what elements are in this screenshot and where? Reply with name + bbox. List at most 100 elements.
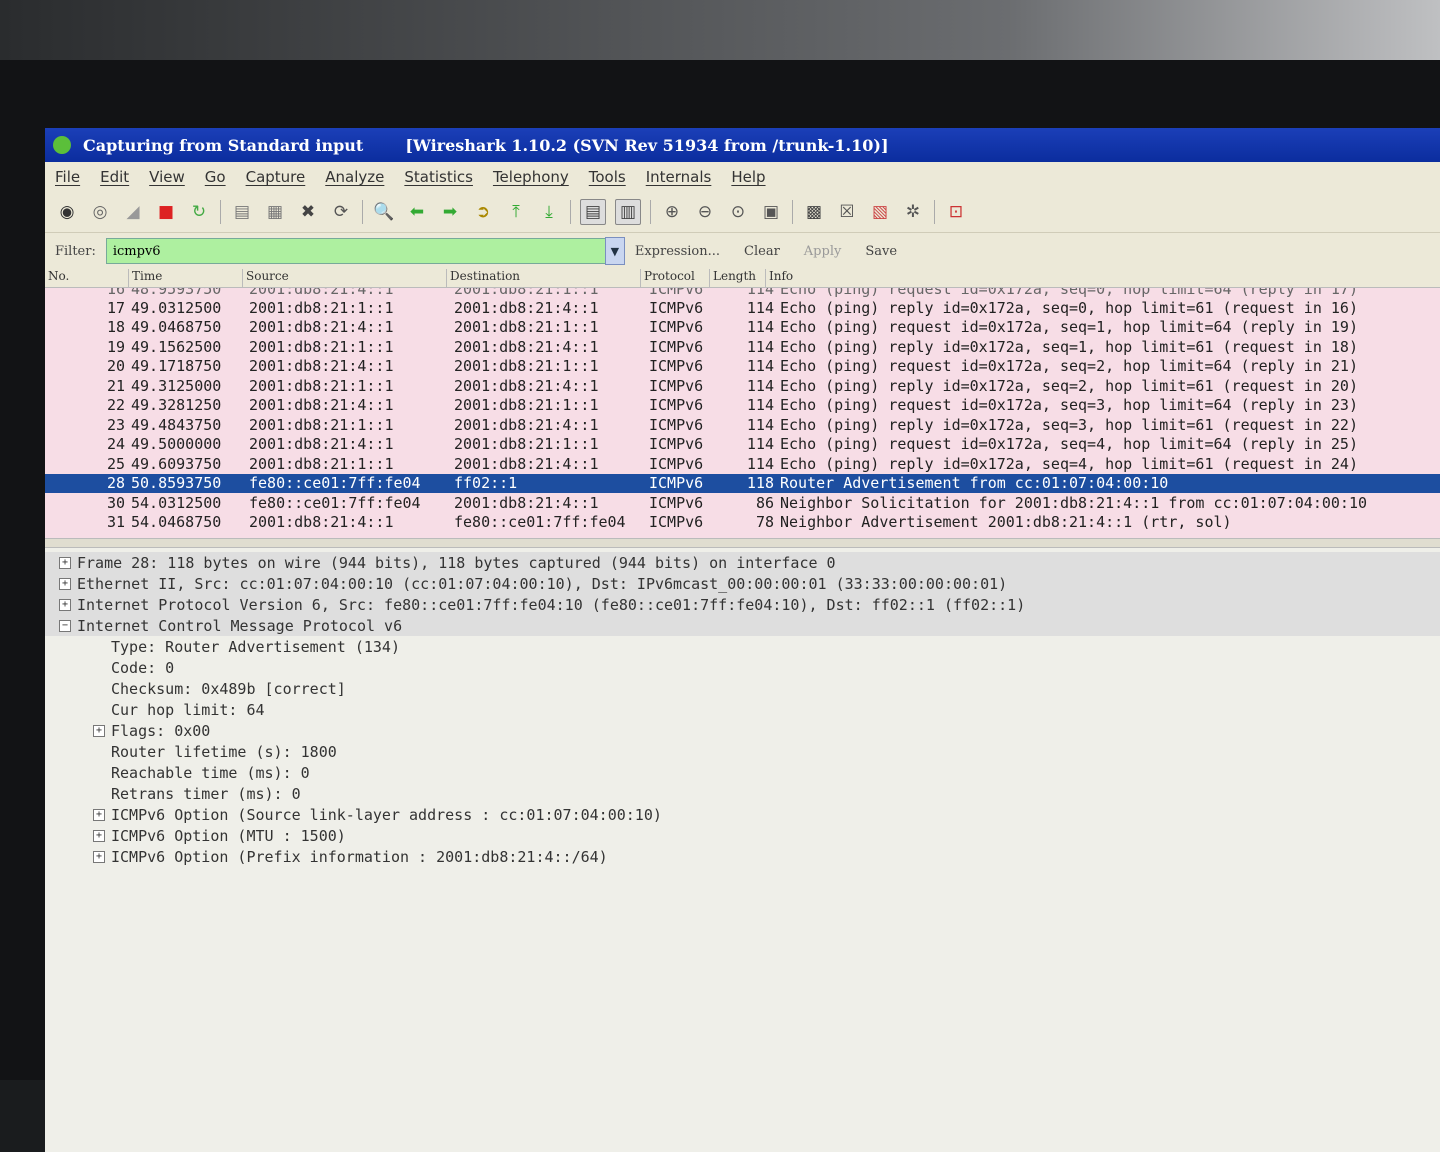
go-forward-icon[interactable]: ➡ <box>438 200 462 224</box>
interfaces-icon[interactable]: ◉ <box>55 200 79 224</box>
menu-file[interactable]: File <box>55 168 80 186</box>
packet-list[interactable]: 16 48.9593750 2001:db8:21:4::1 2001:db8:21:… <box>45 288 1440 538</box>
detail-tree-item[interactable]: + Frame 28: 118 bytes on wire (944 bits),… <box>45 552 1440 573</box>
expression-button[interactable]: Expression... <box>635 244 720 259</box>
save-button[interactable]: Save <box>865 244 897 259</box>
detail-tree-item[interactable]: Cur hop limit: 64 <box>45 699 1440 720</box>
open-file-icon[interactable]: ▤ <box>230 200 254 224</box>
menu-help[interactable]: Help <box>731 168 765 186</box>
detail-tree-item[interactable]: + Flags: 0x00 <box>45 720 1440 741</box>
detail-tree-item[interactable]: Type: Router Advertisement (134) <box>45 636 1440 657</box>
menu-analyze[interactable]: Analyze <box>325 168 384 186</box>
packet-row[interactable]: 24 49.5000000 2001:db8:21:4::1 2001:db8:21:… <box>45 435 1440 455</box>
toolbar-separator <box>650 200 651 224</box>
filter-input[interactable] <box>105 238 606 264</box>
colorize-icon[interactable]: ▤ <box>580 199 606 225</box>
packet-source: 2001:db8:21:4::1 <box>249 288 394 298</box>
start-capture-icon[interactable]: ◢ <box>121 200 145 224</box>
column-length[interactable]: Length <box>709 269 765 287</box>
packet-destination: 2001:db8:21:1::1 <box>454 396 599 415</box>
packet-row[interactable]: 23 49.4843750 2001:db8:21:1::1 2001:db8:21:… <box>45 415 1440 435</box>
detail-tree-item[interactable]: Reachable time (ms): 0 <box>45 762 1440 783</box>
detail-text: Flags: 0x00 <box>111 721 211 740</box>
detail-tree-item[interactable]: Retrans timer (ms): 0 <box>45 783 1440 804</box>
packet-protocol: ICMPv6 <box>649 376 704 395</box>
detail-tree-item[interactable]: + Ethernet II, Src: cc:01:07:04:00:10 (cc… <box>45 573 1440 594</box>
apply-button[interactable]: Apply <box>804 244 842 259</box>
column-info[interactable]: Info <box>765 269 1440 287</box>
packet-protocol: ICMPv6 <box>649 454 704 473</box>
packet-length: 118 <box>746 474 774 493</box>
pane-splitter[interactable] <box>45 538 1440 548</box>
packet-row[interactable]: 20 49.1718750 2001:db8:21:4::1 2001:db8:21:… <box>45 357 1440 377</box>
expand-icon[interactable]: + <box>93 850 105 863</box>
menu-capture[interactable]: Capture <box>246 168 306 186</box>
resize-columns-icon[interactable]: ▣ <box>759 200 783 224</box>
menu-statistics[interactable]: Statistics <box>404 168 473 186</box>
zoom-out-icon[interactable]: ⊖ <box>693 200 717 224</box>
toolbar-separator <box>362 200 363 224</box>
filter-dropdown-chevron-down-icon[interactable]: ▼ <box>604 237 625 265</box>
menu-tools[interactable]: Tools <box>589 168 626 186</box>
save-file-icon[interactable]: ▦ <box>263 200 287 224</box>
column-source[interactable]: Source <box>242 269 446 287</box>
detail-tree-item[interactable]: Checksum: 0x489b [correct] <box>45 678 1440 699</box>
help-icon[interactable]: ⊡ <box>944 200 968 224</box>
clear-button[interactable]: Clear <box>744 244 780 259</box>
menu-view[interactable]: View <box>149 168 185 186</box>
column-destination[interactable]: Destination <box>446 269 640 287</box>
stop-capture-icon[interactable]: ■ <box>154 200 178 224</box>
expand-icon[interactable]: + <box>93 808 105 821</box>
packet-row[interactable]: 17 49.0312500 2001:db8:21:1::1 2001:db8:21:… <box>45 298 1440 318</box>
zoom-in-icon[interactable]: ⊕ <box>660 200 684 224</box>
expand-icon[interactable]: + <box>59 598 71 611</box>
expand-icon[interactable]: + <box>59 556 71 569</box>
preferences-icon[interactable]: ✲ <box>901 200 925 224</box>
detail-tree-item[interactable]: + ICMPv6 Option (Prefix information : 200… <box>45 846 1440 867</box>
packet-row[interactable]: 19 49.1562500 2001:db8:21:1::1 2001:db8:21:… <box>45 337 1440 357</box>
packet-row[interactable]: 30 54.0312500 fe80::ce01:7ff:fe04 2001:db8:… <box>45 493 1440 513</box>
last-packet-icon[interactable]: ⤓ <box>537 200 561 224</box>
title-bar: Capturing from Standard input [Wireshark… <box>45 128 1440 162</box>
detail-tree-item[interactable]: + ICMPv6 Option (MTU : 1500) <box>45 825 1440 846</box>
packet-details-pane[interactable]: + Frame 28: 118 bytes on wire (944 bits),… <box>45 548 1440 1152</box>
collapse-icon[interactable]: − <box>59 619 71 632</box>
menu-go[interactable]: Go <box>205 168 226 186</box>
packet-destination: 2001:db8:21:1::1 <box>454 357 599 376</box>
zoom-normal-icon[interactable]: ⊙ <box>726 200 750 224</box>
detail-tree-item[interactable]: − Internet Control Message Protocol v6 <box>45 615 1440 636</box>
expand-icon[interactable]: + <box>59 577 71 590</box>
menu-internals[interactable]: Internals <box>646 168 712 186</box>
restart-capture-icon[interactable]: ↻ <box>187 200 211 224</box>
packet-row[interactable]: 28 50.8593750 fe80::ce01:7ff:fe04 ff02::1 IC… <box>45 473 1440 493</box>
packet-row[interactable]: 25 49.6093750 2001:db8:21:1::1 2001:db8:21:… <box>45 454 1440 474</box>
coloring-rules-icon[interactable]: ▧ <box>868 200 892 224</box>
capture-filters-icon[interactable]: ▩ <box>802 200 826 224</box>
column-no[interactable]: No. <box>45 269 128 287</box>
menu-telephony[interactable]: Telephony <box>493 168 569 186</box>
packet-row[interactable]: 18 49.0468750 2001:db8:21:4::1 2001:db8:21:… <box>45 318 1440 338</box>
find-packet-icon[interactable]: 🔍 <box>372 200 396 224</box>
packet-row[interactable]: 31 54.0468750 2001:db8:21:4::1 fe80::ce01:7… <box>45 513 1440 533</box>
close-file-icon[interactable]: ✖ <box>296 200 320 224</box>
options-icon[interactable]: ◎ <box>88 200 112 224</box>
packet-no: 28 <box>106 474 125 493</box>
reload-icon[interactable]: ⟳ <box>329 200 353 224</box>
column-time[interactable]: Time <box>128 269 242 287</box>
detail-tree-item[interactable]: + Internet Protocol Version 6, Src: fe80:… <box>45 594 1440 615</box>
menu-edit[interactable]: Edit <box>100 168 129 186</box>
go-to-packet-icon[interactable]: ➲ <box>471 200 495 224</box>
packet-row[interactable]: 16 48.9593750 2001:db8:21:4::1 2001:db8:21:… <box>45 288 1440 298</box>
expand-icon[interactable]: + <box>93 724 105 737</box>
detail-tree-item[interactable]: Router lifetime (s): 1800 <box>45 741 1440 762</box>
display-filters-icon[interactable]: ☒ <box>835 200 859 224</box>
first-packet-icon[interactable]: ⤒ <box>504 200 528 224</box>
go-back-icon[interactable]: ⬅ <box>405 200 429 224</box>
column-protocol[interactable]: Protocol <box>640 269 709 287</box>
packet-row[interactable]: 21 49.3125000 2001:db8:21:1::1 2001:db8:21:… <box>45 376 1440 396</box>
detail-tree-item[interactable]: Code: 0 <box>45 657 1440 678</box>
packet-row[interactable]: 22 49.3281250 2001:db8:21:4::1 2001:db8:21:… <box>45 396 1440 416</box>
expand-icon[interactable]: + <box>93 829 105 842</box>
auto-scroll-icon[interactable]: ▥ <box>615 199 641 225</box>
detail-tree-item[interactable]: + ICMPv6 Option (Source link-layer addres… <box>45 804 1440 825</box>
